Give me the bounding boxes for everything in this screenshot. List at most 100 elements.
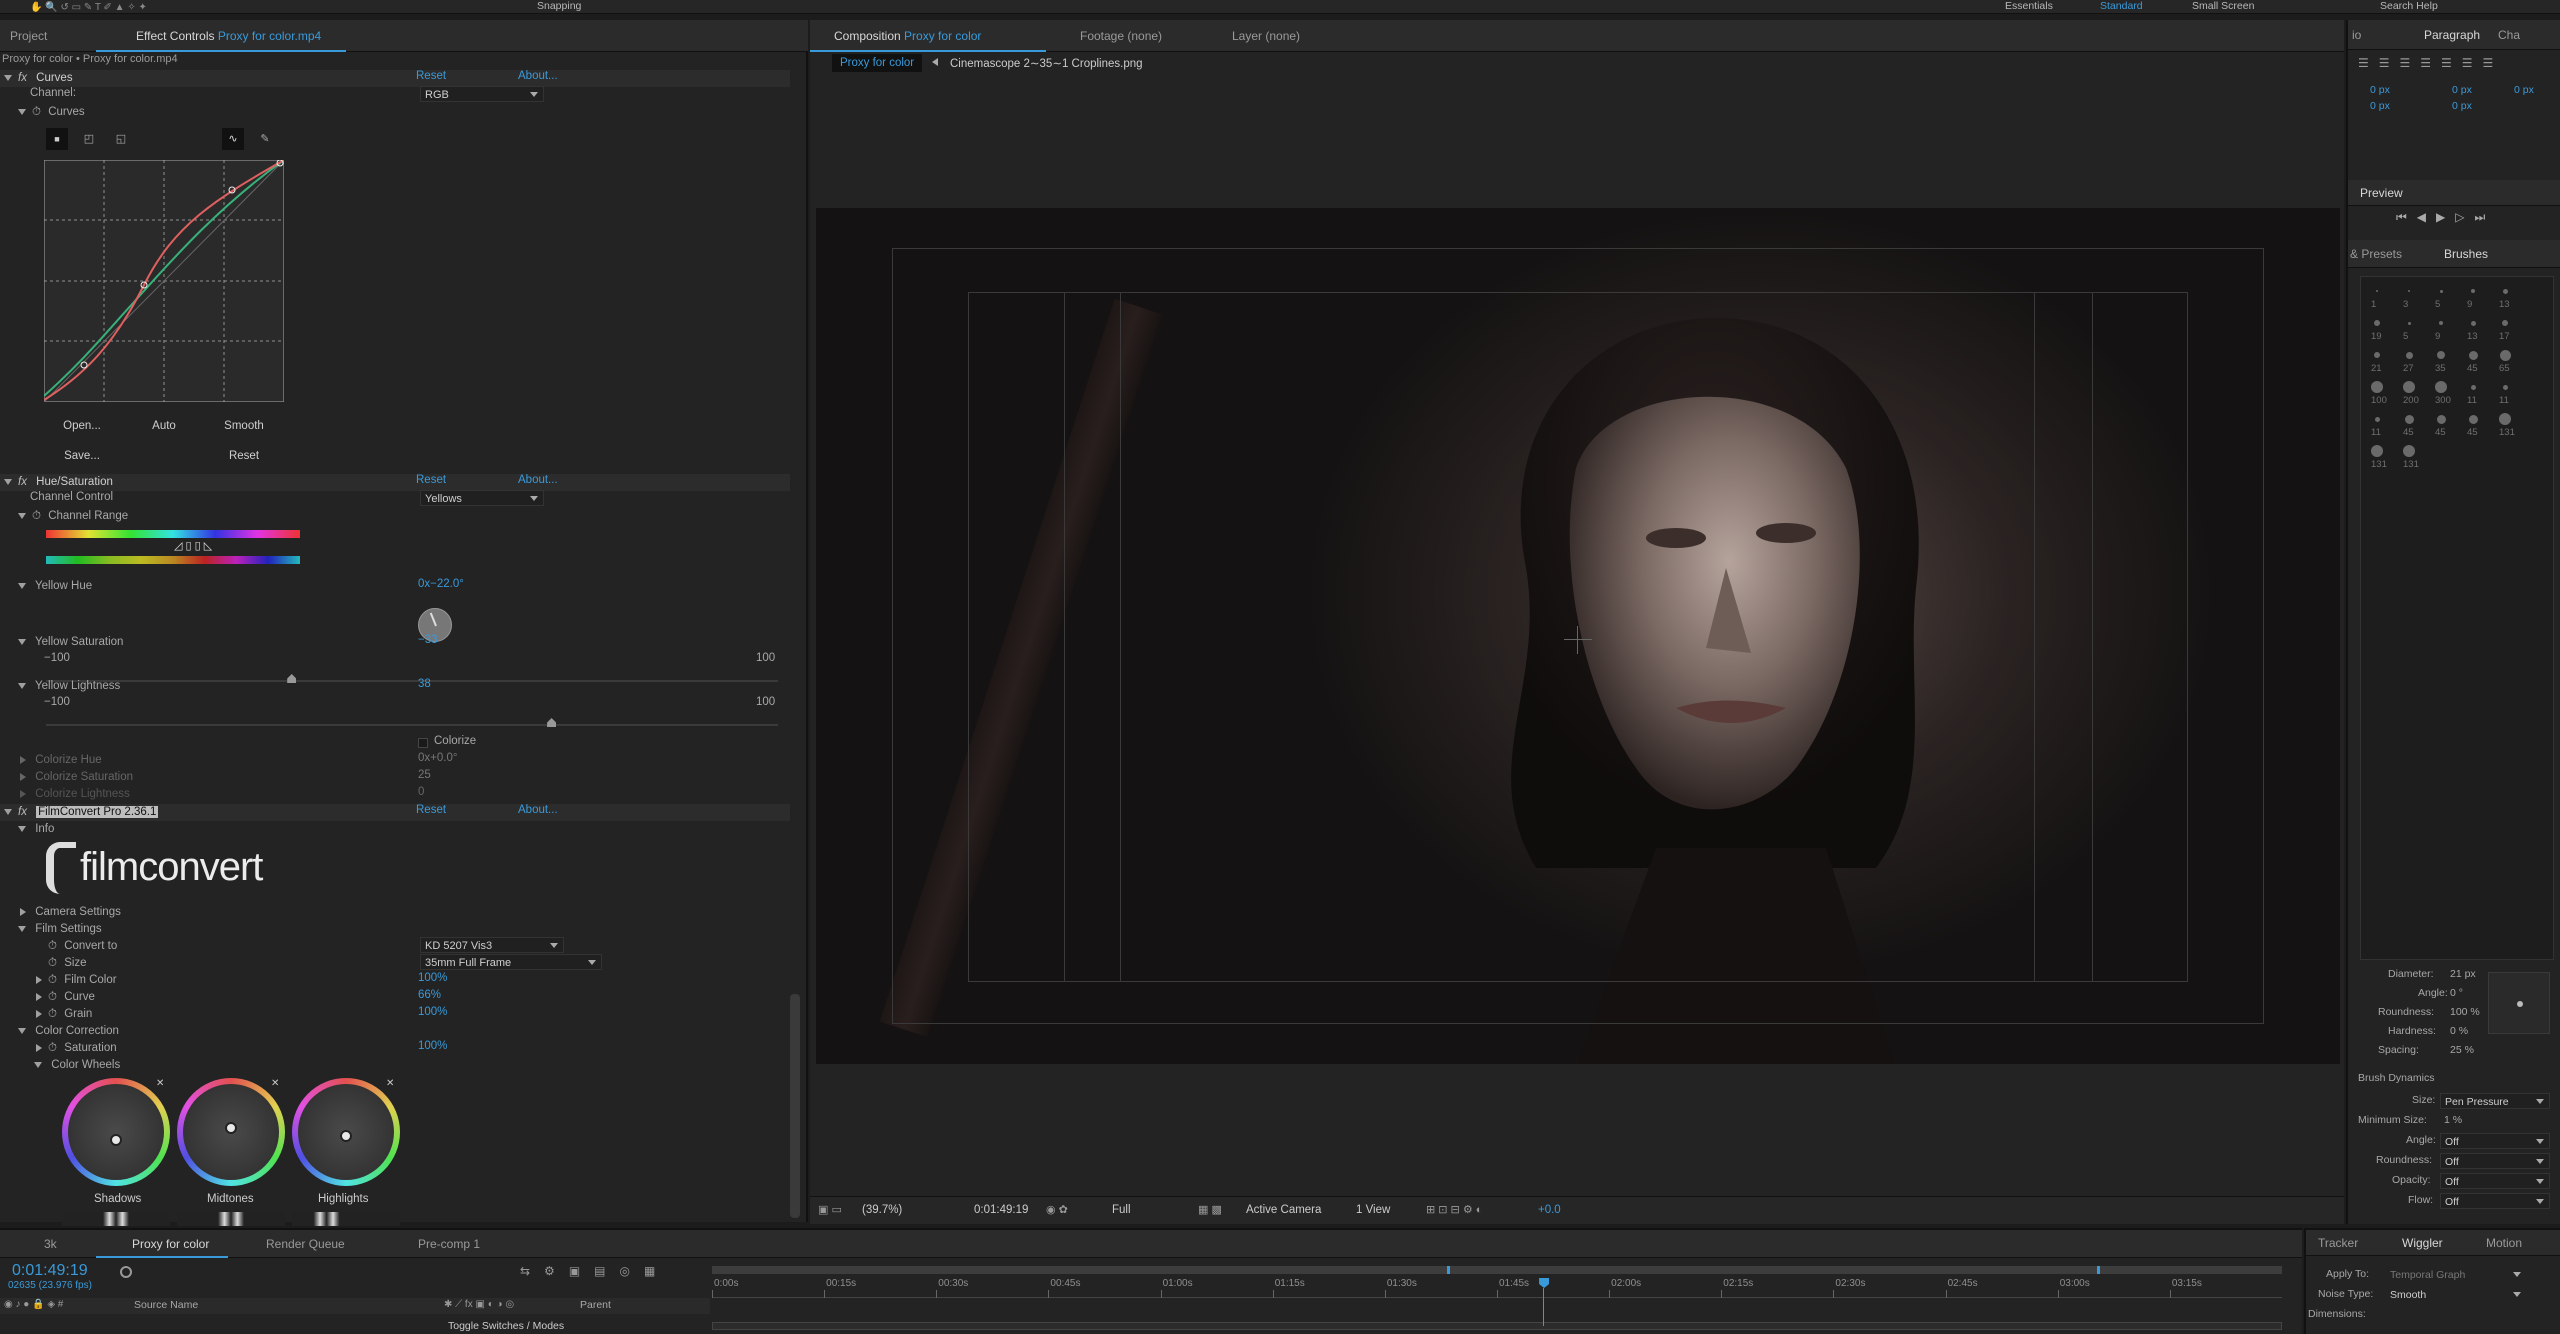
- midtones-reset-icon[interactable]: ✕: [271, 1078, 279, 1089]
- curves-auto-button[interactable]: Auto: [134, 414, 194, 438]
- curve-row[interactable]: ⏱ Curve: [0, 989, 95, 1006]
- brush-preset-dot[interactable]: [2403, 381, 2415, 393]
- timeline-switch-icons[interactable]: ⇆⚙▣▤◎▦: [520, 1264, 669, 1278]
- brush-preset-dot[interactable]: [2405, 351, 2413, 359]
- composition-viewer[interactable]: [816, 208, 2340, 1064]
- view-options-icons[interactable]: ⊞ ⊡ ⊟ ⚙ ◐: [1426, 1203, 1482, 1216]
- tab-composition[interactable]: Composition Proxy for color: [834, 20, 981, 52]
- yellow-lightness-value[interactable]: 38: [418, 678, 431, 690]
- brush-preset-dot[interactable]: [2439, 321, 2443, 325]
- channel-range-handles[interactable]: ◿ ▯ ▯ ◺: [174, 540, 260, 552]
- curves-reset-button[interactable]: Reset: [214, 444, 274, 468]
- preview-controls[interactable]: ⏮◀▶▷⏭: [2396, 210, 2495, 225]
- hue-sat-reset-link[interactable]: Reset: [416, 474, 446, 486]
- yellow-saturation-row[interactable]: Yellow Saturation: [0, 634, 123, 651]
- brush-preset-dot[interactable]: [2439, 289, 2443, 293]
- highlights-luma-slider[interactable]: [292, 1212, 400, 1226]
- filmconvert-reset-link[interactable]: Reset: [416, 804, 446, 816]
- brush-preset-dot[interactable]: [2499, 413, 2511, 425]
- brush-preset-dot[interactable]: [2502, 320, 2508, 326]
- brush-presets-grid[interactable]: 1 3 5 9 13 19 5 9 13 17 21 27 35 45 65 100 200 300 11 11 11 4…: [2360, 276, 2554, 960]
- brush-preset-dot[interactable]: [2371, 381, 2383, 393]
- indent-left-value[interactable]: 0 px: [2370, 84, 2390, 96]
- brush-prop-diameter-value[interactable]: 21 px: [2450, 968, 2476, 980]
- snapping-label[interactable]: Snapping: [537, 0, 581, 12]
- tab-preview[interactable]: Preview: [2360, 180, 2403, 212]
- view-layout-dropdown[interactable]: 1 View: [1356, 1204, 1390, 1216]
- tab-effects-presets[interactable]: & Presets: [2350, 240, 2402, 272]
- film-color-value[interactable]: 100%: [418, 972, 447, 984]
- brush-preset-dot[interactable]: [2403, 445, 2415, 457]
- indent-right-value[interactable]: 0 px: [2452, 84, 2472, 96]
- curve-bezier-icon[interactable]: ∿: [222, 128, 244, 150]
- curves-about-link[interactable]: About...: [518, 70, 558, 82]
- curves-sub-row[interactable]: ⏱ Curves: [0, 104, 85, 121]
- tab-brushes[interactable]: Brushes: [2444, 240, 2488, 272]
- curves-effect-row[interactable]: fx Curves: [0, 70, 790, 87]
- source-name-header[interactable]: Source Name: [134, 1299, 198, 1311]
- timeline-timecode[interactable]: 0:01:49:19: [12, 1262, 88, 1280]
- tab-character[interactable]: Cha: [2498, 20, 2520, 52]
- brush-preset-dot[interactable]: [2408, 290, 2410, 292]
- brush-preset-dot[interactable]: [2376, 290, 2378, 292]
- tab-paragraph[interactable]: Paragraph: [2424, 20, 2480, 52]
- yellow-saturation-value[interactable]: −33: [418, 634, 438, 646]
- saturation-value[interactable]: 100%: [418, 1040, 447, 1052]
- apply-to-dropdown[interactable]: Temporal Graph: [2386, 1267, 2526, 1283]
- work-area-end-marker[interactable]: [2097, 1266, 2100, 1274]
- curve-pencil-icon[interactable]: ✎: [254, 128, 276, 150]
- tab-io[interactable]: io: [2352, 20, 2361, 52]
- brush-preset-dot[interactable]: [2435, 381, 2447, 393]
- yellow-hue-row[interactable]: Yellow Hue: [0, 578, 92, 595]
- shadows-color-wheel[interactable]: [62, 1078, 170, 1186]
- space-before-value[interactable]: 0 px: [2370, 100, 2390, 112]
- grain-row[interactable]: ⏱ Grain: [0, 1006, 92, 1023]
- brush-preset-dot[interactable]: [2374, 352, 2380, 358]
- yellow-hue-value[interactable]: 0x−22.0°: [418, 578, 464, 590]
- highlights-reset-icon[interactable]: ✕: [386, 1078, 394, 1089]
- filmconvert-info-row[interactable]: Info: [0, 821, 54, 838]
- brush-preset-dot[interactable]: [2502, 288, 2508, 294]
- shadows-reset-icon[interactable]: ✕: [156, 1078, 164, 1089]
- brush-preset-dot[interactable]: [2407, 321, 2411, 325]
- highlights-color-wheel[interactable]: [292, 1078, 400, 1186]
- workspace-essentials[interactable]: Essentials: [2005, 0, 2053, 12]
- curves-reset-link[interactable]: Reset: [416, 70, 446, 82]
- brush-preset-dot[interactable]: [2371, 445, 2383, 457]
- work-area-start-marker[interactable]: [1447, 1266, 1450, 1274]
- region-icons[interactable]: ▦ ▩: [1198, 1203, 1222, 1216]
- filmconvert-about-link[interactable]: About...: [518, 804, 558, 816]
- midtones-color-wheel[interactable]: [177, 1078, 285, 1186]
- noise-type-dropdown[interactable]: Smooth: [2386, 1287, 2526, 1303]
- yellow-saturation-thumb[interactable]: [287, 674, 297, 683]
- dyn-size-dropdown[interactable]: Pen Pressure: [2440, 1093, 2550, 1109]
- indent-first-value[interactable]: 0 px: [2514, 84, 2534, 96]
- tab-layer[interactable]: Layer (none): [1232, 20, 1300, 52]
- hue-sat-effect-row[interactable]: fx Hue/Saturation: [0, 474, 790, 491]
- crumb-active[interactable]: Proxy for color: [832, 54, 923, 72]
- channel-dropdown[interactable]: RGB: [420, 86, 544, 102]
- brush-preset-dot[interactable]: [2374, 320, 2380, 326]
- workspace-small-screen[interactable]: Small Screen: [2192, 0, 2254, 12]
- saturation-row[interactable]: ⏱ Saturation: [0, 1040, 117, 1057]
- active-camera-dropdown[interactable]: Active Camera: [1246, 1204, 1321, 1216]
- brush-prop-roundness-value[interactable]: 100 %: [2450, 1006, 2480, 1018]
- workspace-standard[interactable]: Standard: [2100, 0, 2143, 12]
- shadows-luma-slider[interactable]: [62, 1212, 170, 1226]
- brush-preset-dot[interactable]: [2436, 414, 2446, 424]
- camera-settings-row[interactable]: Camera Settings: [0, 904, 121, 921]
- zoom-level-dropdown[interactable]: (39.7%): [862, 1204, 902, 1216]
- curve-value[interactable]: 66%: [418, 989, 441, 1001]
- curve-tool-1-icon[interactable]: ■: [46, 128, 68, 150]
- yellow-lightness-slider[interactable]: [46, 718, 778, 727]
- brush-preset-dot[interactable]: [2374, 416, 2380, 422]
- yellow-lightness-thumb[interactable]: [547, 718, 557, 727]
- brush-preset-dot[interactable]: [2471, 289, 2475, 293]
- curves-smooth-button[interactable]: Smooth: [214, 414, 274, 438]
- tab-footage[interactable]: Footage (none): [1080, 20, 1162, 52]
- film-color-row[interactable]: ⏱ Film Color: [0, 972, 117, 989]
- crumb-croplines[interactable]: Cinemascope 2∼35∼1 Croplines.png: [950, 56, 1143, 70]
- search-help[interactable]: Search Help: [2380, 0, 2438, 12]
- tab-wiggler[interactable]: Wiggler: [2402, 1230, 2443, 1262]
- tab-motion[interactable]: Motion: [2486, 1230, 2522, 1262]
